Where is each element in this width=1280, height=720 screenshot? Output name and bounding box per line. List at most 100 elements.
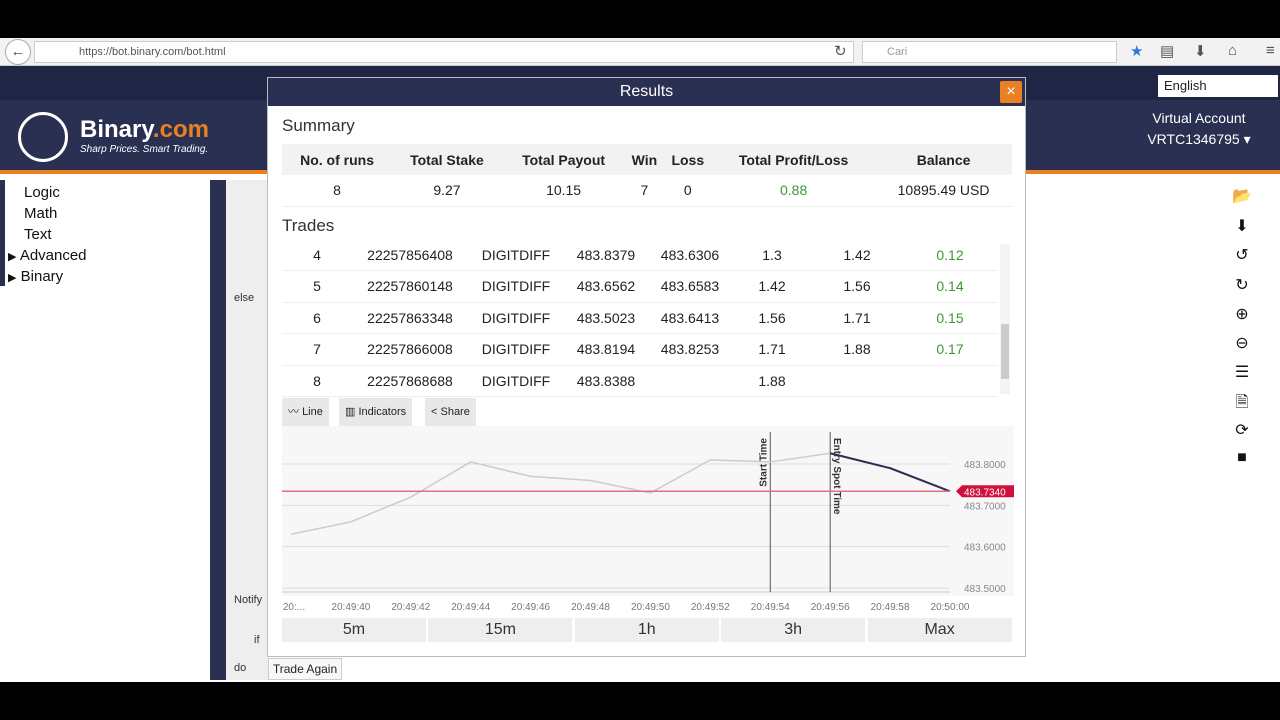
toolbox-binary[interactable]: ▶ Binary — [8, 268, 63, 285]
rearrange-icon[interactable]: ☰ — [1232, 362, 1252, 382]
scrollbar-thumb[interactable] — [1001, 324, 1009, 379]
toolbox-advanced-label: Advanced — [19, 247, 87, 264]
notify-block[interactable]: Notify — [234, 594, 262, 606]
close-button[interactable]: × — [1000, 81, 1022, 103]
trades-table: 4 22257856408 DIGITDIFF 483.8379 483.6306 1.3… — [282, 239, 998, 397]
x-tick-label: 20:49:56 — [811, 602, 850, 613]
language-select[interactable]: English — [1158, 75, 1278, 97]
search-input[interactable]: Cari — [862, 41, 1117, 63]
range-button-max[interactable]: Max — [867, 618, 1012, 642]
y-tick-label: 483.8000 — [964, 460, 1006, 471]
account-id: VRTC1346795 — [1147, 131, 1240, 147]
x-tick-label: 20:49:58 — [871, 602, 910, 613]
trade-again-button[interactable]: Trade Again — [268, 658, 342, 680]
trade-cell: 483.6583 — [648, 270, 732, 303]
x-tick-label: 20:49:50 — [631, 602, 670, 613]
open-icon[interactable]: 📂 — [1232, 186, 1252, 206]
trade-cell: 22257860148 — [352, 270, 468, 303]
trade-row: 6 22257863348 DIGITDIFF 483.5023 483.6413 1.5… — [282, 302, 998, 334]
share-label: Share — [440, 406, 470, 418]
trade-row: 7 22257866008 DIGITDIFF 483.8194 483.8253 1.7… — [282, 333, 998, 366]
trades-scrollbar[interactable] — [1000, 244, 1010, 394]
summary-value: 0 — [663, 175, 713, 207]
range-button-3h[interactable]: 3h — [721, 618, 866, 642]
results-dialog: Results × Summary No. of runs Total Stake… — [267, 77, 1026, 657]
share-button[interactable]: < Share — [425, 398, 476, 426]
else-block[interactable]: else — [234, 292, 254, 304]
reset-icon[interactable]: ⟳ — [1232, 420, 1252, 440]
x-tick-label: 20:49:52 — [691, 602, 730, 613]
summary-header: Total Payout — [501, 144, 626, 175]
toolbox-advanced[interactable]: ▶ Advanced — [8, 247, 87, 264]
summary-header-row: No. of runs Total Stake Total Payout Win Los… — [282, 144, 1012, 175]
trade-cell: 483.8388 — [564, 365, 648, 397]
summary-header: No. of runs — [282, 144, 393, 175]
trade-cell: 5 — [282, 270, 352, 303]
account-type: Virtual Account — [1152, 110, 1246, 126]
stop-icon[interactable]: ■ — [1232, 449, 1252, 469]
y-tick-label: 483.7000 — [964, 501, 1006, 512]
back-icon[interactable]: ← — [5, 39, 31, 65]
range-button-1h[interactable]: 1h — [574, 618, 719, 642]
x-tick-label: 20:49:48 — [571, 602, 610, 613]
logo-icon — [18, 112, 68, 162]
summary-value: 7 — [625, 175, 664, 207]
reload-icon[interactable]: ↻ — [834, 42, 847, 60]
trade-cell: 483.6413 — [648, 302, 732, 334]
logo-brand: Binary — [80, 116, 153, 143]
trade-cell: DIGITDIFF — [468, 302, 564, 334]
toolbox-binary-label: Binary — [20, 268, 64, 285]
zoom-out-icon[interactable]: ⊖ — [1232, 333, 1252, 353]
trade-cell: DIGITDIFF — [468, 333, 564, 366]
browser-toolbar: ← https://bot.binary.com/bot.html ↻ Cari… — [0, 38, 1280, 66]
do-block[interactable]: do — [234, 662, 246, 674]
trade-row: 4 22257856408 DIGITDIFF 483.8379 483.6306 1.3… — [282, 239, 998, 271]
bookmark-star-icon[interactable]: ★ — [1130, 42, 1143, 60]
toolbox-logic[interactable]: Logic — [24, 184, 60, 201]
block-flyout — [210, 180, 226, 680]
range-button-15m[interactable]: 15m — [428, 618, 573, 642]
menu-icon[interactable]: ≡ — [1266, 42, 1275, 59]
home-icon[interactable]: ⌂ — [1228, 42, 1237, 59]
toolbox-math[interactable]: Math — [24, 205, 57, 222]
summary-heading: Summary — [282, 116, 355, 135]
summary-icon[interactable]: 🗎 — [1232, 391, 1252, 411]
plot-area — [282, 426, 1014, 596]
redo-icon[interactable]: ↻ — [1232, 275, 1252, 295]
x-tick-label: 20:49:42 — [391, 602, 430, 613]
expand-arrow-icon: ▶ — [8, 251, 17, 263]
url-bar[interactable]: https://bot.binary.com/bot.html — [34, 41, 854, 63]
save-icon[interactable]: ⬇ — [1232, 216, 1252, 236]
trade-cell: 483.8379 — [564, 239, 648, 271]
chart-type-button[interactable]: 〰 Line — [282, 398, 329, 426]
y-tick-label: 483.6000 — [964, 543, 1006, 554]
trade-cell: DIGITDIFF — [468, 270, 564, 303]
trade-cell: 483.5023 — [564, 302, 648, 334]
x-tick-label: 20:49:46 — [511, 602, 550, 613]
x-tick-label: 20:49:54 — [751, 602, 790, 613]
current-price-label: 483.7340 — [964, 487, 1006, 498]
x-tick-label: 20:49:40 — [331, 602, 370, 613]
undo-icon[interactable]: ↺ — [1232, 245, 1252, 265]
trade-cell: 7 — [282, 333, 352, 366]
tagline: Sharp Prices. Smart Trading. — [80, 144, 209, 155]
trade-cell: 483.6306 — [648, 239, 732, 271]
zoom-in-icon[interactable]: ⊕ — [1232, 304, 1252, 324]
summary-table: No. of runs Total Stake Total Payout Win Los… — [282, 144, 1012, 207]
chart-type-label: Line — [302, 406, 323, 418]
trade-cell: 8 — [282, 365, 352, 397]
account-menu[interactable]: Virtual Account VRTC1346795 ▾ — [1140, 108, 1258, 150]
trade-row: 5 22257860148 DIGITDIFF 483.6562 483.6583 1.4… — [282, 270, 998, 303]
if-block[interactable]: if — [254, 634, 260, 646]
indicators-button[interactable]: ▥ Indicators — [339, 398, 413, 426]
logo-suffix: .com — [152, 116, 209, 143]
trade-cell: 483.8194 — [564, 333, 648, 366]
summary-value: 10895.49 USD — [875, 175, 1012, 207]
toolbox-text[interactable]: Text — [24, 226, 52, 243]
trade-cell: 0.14 — [902, 270, 998, 303]
range-button-5m[interactable]: 5m — [282, 618, 426, 642]
trade-cell: 1.56 — [812, 270, 902, 303]
library-icon[interactable]: ▤ — [1160, 42, 1174, 60]
download-icon[interactable]: ⬇ — [1194, 42, 1207, 60]
dialog-title: Results — [268, 78, 1025, 106]
